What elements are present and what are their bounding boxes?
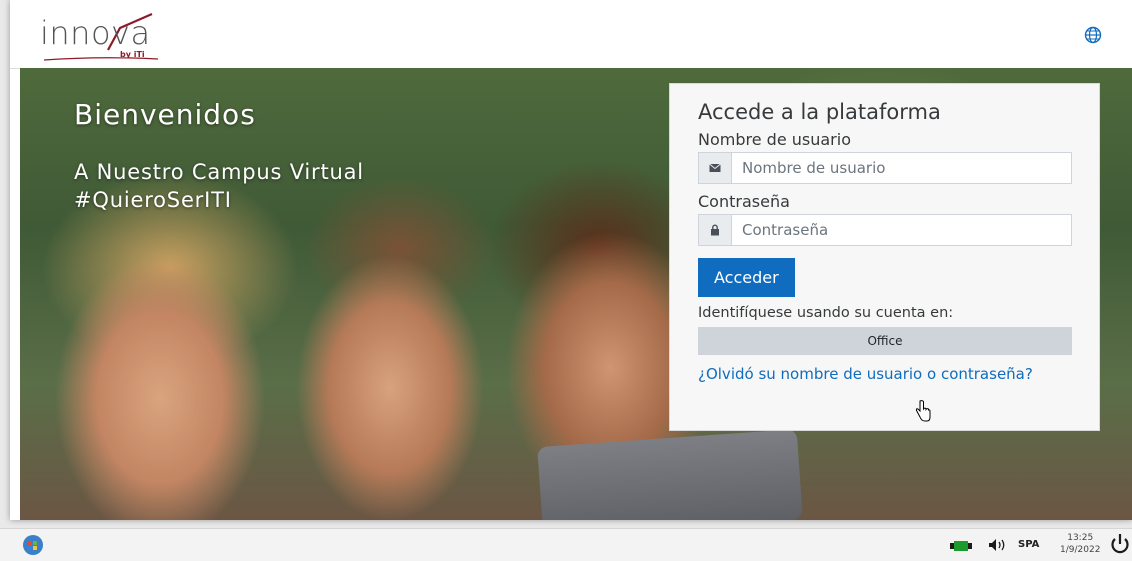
hand-cursor-icon: [915, 400, 931, 422]
language-indicator[interactable]: SPA: [1018, 539, 1039, 550]
identity-provider-label: Identifíquese usando su cuenta en:: [698, 305, 954, 321]
volume-icon[interactable]: [988, 538, 1008, 552]
globe-icon[interactable]: [1084, 26, 1102, 44]
username-label: Nombre de usuario: [698, 130, 851, 149]
clock-date: 1/9/2022: [1060, 545, 1101, 555]
site-header: innova by iTi: [10, 0, 1132, 69]
start-orb-icon[interactable]: [22, 534, 44, 556]
username-input[interactable]: [732, 152, 1072, 184]
password-input[interactable]: [732, 214, 1072, 246]
power-icon[interactable]: [1110, 533, 1130, 555]
office-login-button[interactable]: Office: [698, 327, 1072, 355]
hero-subtitle: A Nuestro Campus Virtual: [74, 160, 364, 184]
username-group: [698, 152, 1072, 184]
browser-window: innova by iTi Bienvenidos A Nuestro Camp…: [10, 0, 1132, 520]
envelope-icon: [698, 152, 732, 184]
logo-text: innova: [40, 14, 151, 52]
password-label: Contraseña: [698, 192, 790, 211]
network-icon[interactable]: [950, 540, 972, 552]
clock-time: 13:25: [1067, 533, 1094, 543]
logo-byline: by iTi: [120, 50, 145, 59]
forgot-password-link[interactable]: ¿Olvidó su nombre de usuario o contraseñ…: [698, 365, 1071, 383]
hero-photo-tablet: [537, 429, 803, 520]
password-group: [698, 214, 1072, 246]
hero-hashtag: #QuieroSerITI: [74, 188, 232, 212]
hero-title: Bienvenidos: [74, 98, 256, 131]
login-heading: Accede a la plataforma: [698, 100, 941, 124]
innova-logo[interactable]: innova by iTi: [40, 12, 160, 62]
lock-icon: [698, 214, 732, 246]
login-button[interactable]: Acceder: [698, 258, 795, 297]
login-panel: Accede a la plataforma Nombre de usuario…: [669, 83, 1100, 431]
clock[interactable]: 13:25 1/9/2022: [1060, 532, 1100, 556]
os-taskbar: SPA 13:25 1/9/2022: [0, 528, 1132, 561]
